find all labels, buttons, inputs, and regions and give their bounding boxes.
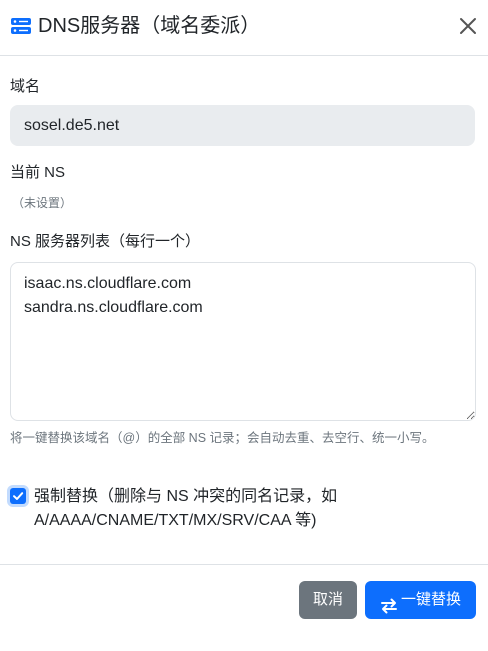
domain-label: 域名 (10, 78, 41, 95)
current-ns-label: 当前 NS (10, 164, 66, 181)
ns-list-label: NS 服务器列表（每行一个） (10, 233, 201, 250)
current-ns-value: （未设置） (12, 196, 73, 210)
modal-title: DNS服务器（域名委派） (38, 15, 261, 37)
server-icon (10, 17, 32, 35)
swap-arrows-icon (380, 591, 398, 614)
replace-button-label: 一键替换 (400, 591, 461, 609)
force-replace-label[interactable]: 强制替换（删除与 NS 冲突的同名记录，如 A/AAAA/CNAME/TXT/M… (34, 485, 474, 533)
replace-button[interactable]: 一键替换 (365, 581, 476, 619)
modal-header: DNS服务器（域名委派） (0, 0, 488, 56)
cancel-button[interactable]: 取消 (299, 581, 357, 619)
ns-help-text: 将一键替换该域名（@）的全部 NS 记录；会自动去重、去空行、统一小写。 (10, 431, 435, 445)
domain-field: sosel.de5.net (10, 105, 475, 146)
close-icon[interactable] (456, 14, 480, 38)
ns-list-textarea[interactable]: isaac.ns.cloudflare.com sandra.ns.cloudf… (10, 262, 476, 421)
force-replace-checkbox[interactable] (10, 488, 26, 504)
dns-modal: DNS服务器（域名委派） 域名 sosel.de5.net 当前 NS （未设置… (0, 0, 488, 651)
